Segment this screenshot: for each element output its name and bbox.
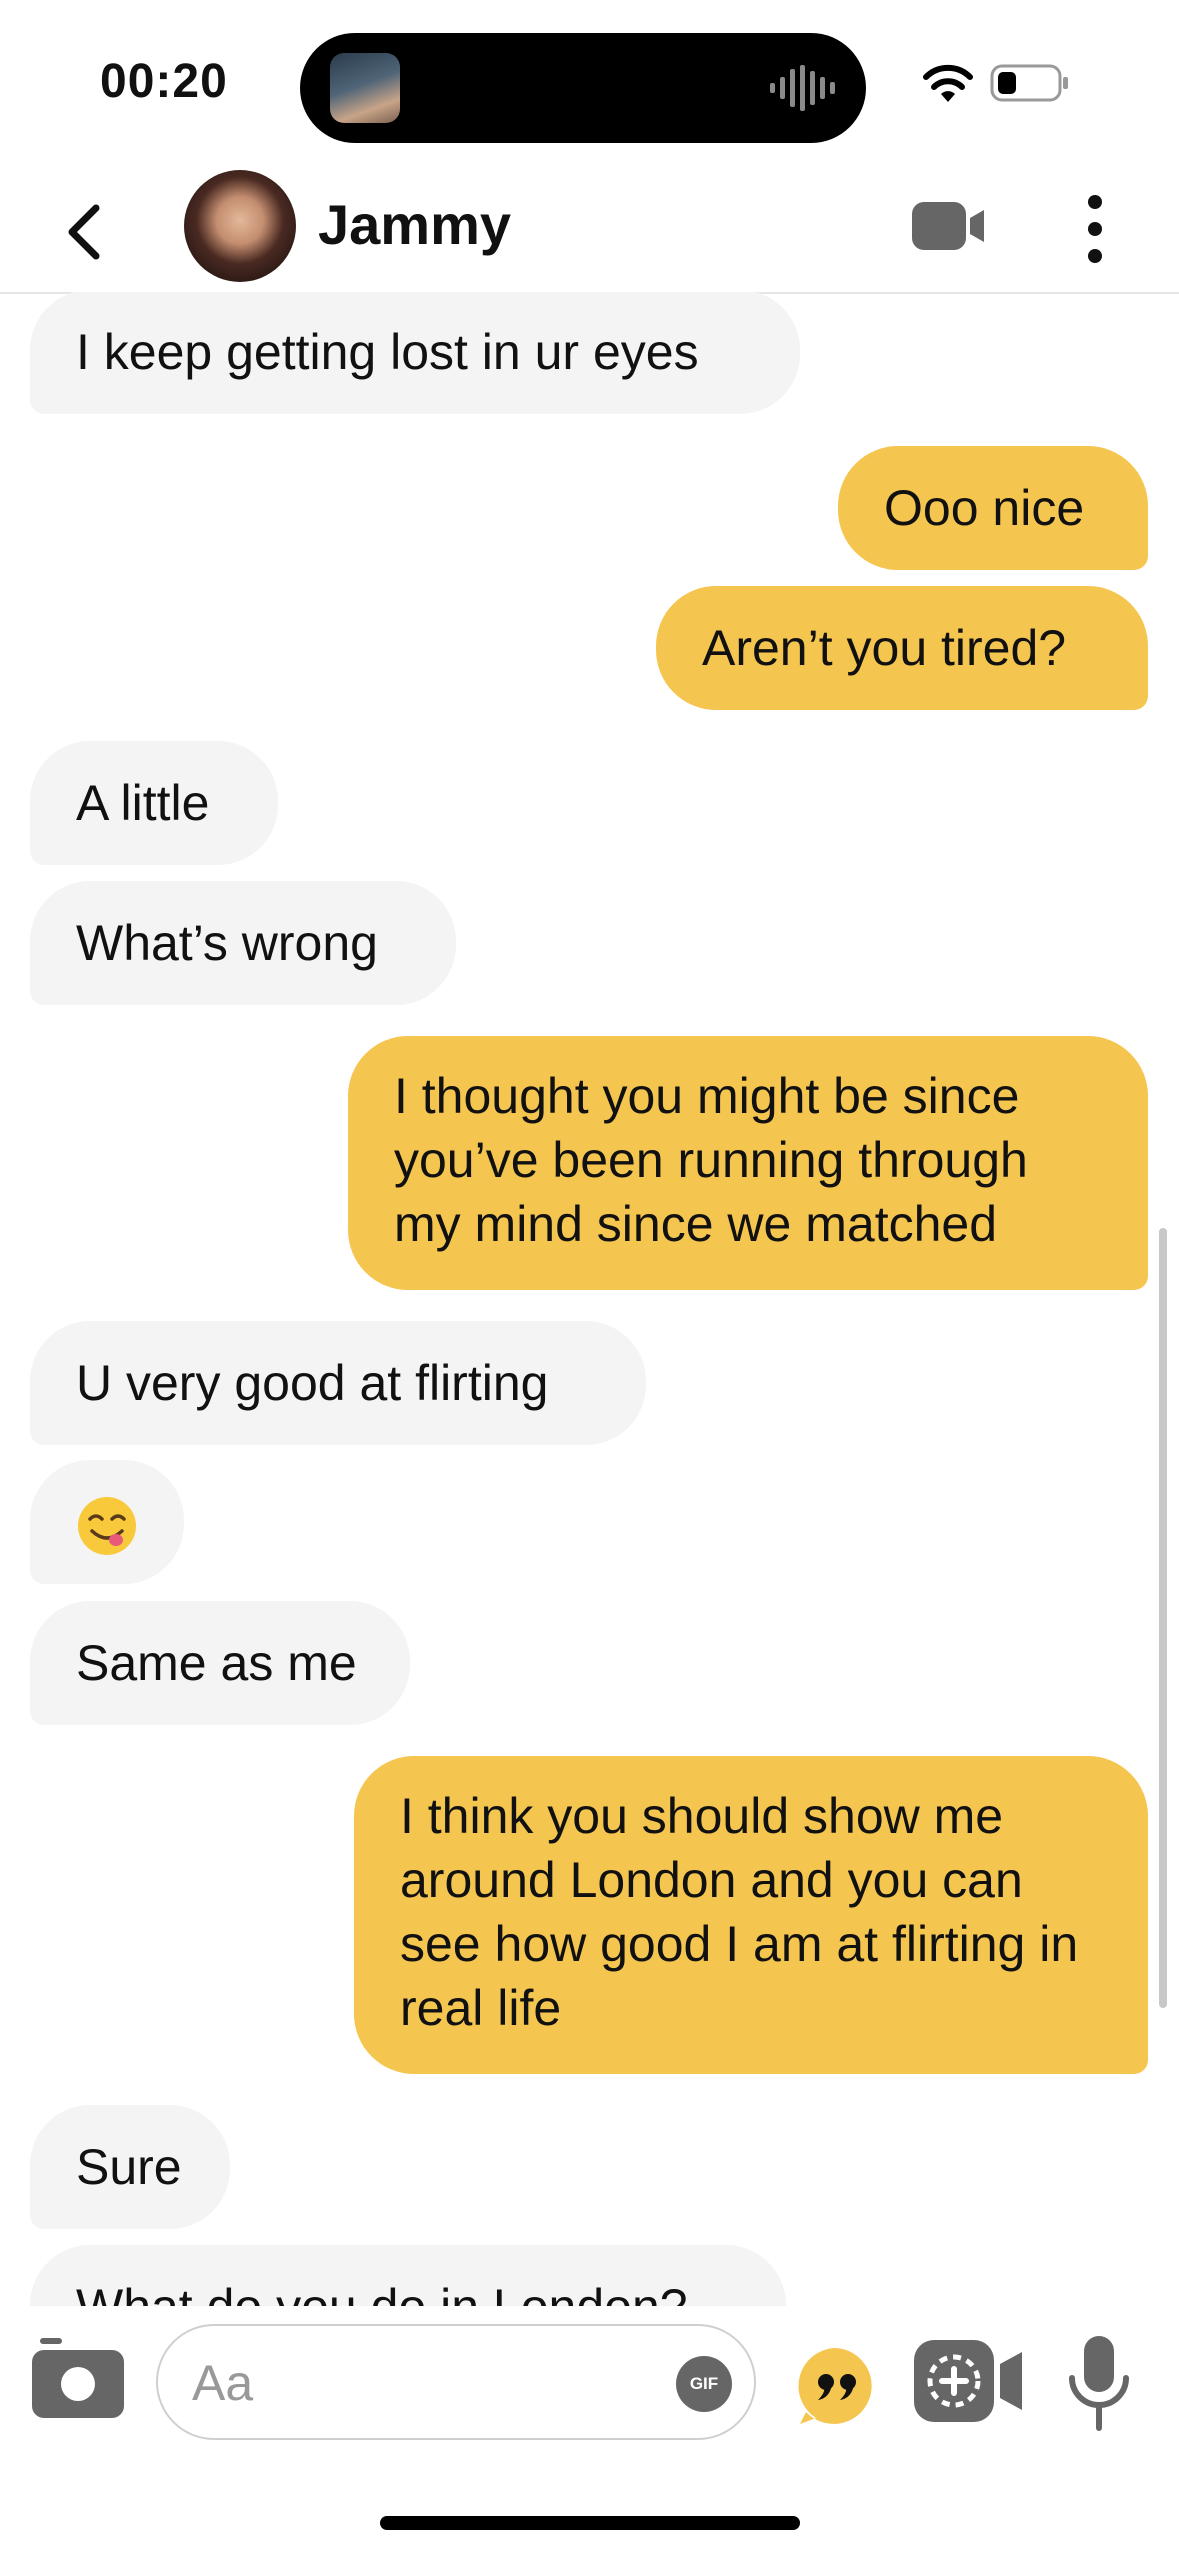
microphone-icon[interactable] xyxy=(1066,2334,1132,2434)
quote-icon[interactable] xyxy=(796,2346,876,2426)
scrollbar[interactable] xyxy=(1159,1228,1167,2008)
message-text: Aren’t you tired? xyxy=(702,620,1067,676)
message-text: I think you should show me around London… xyxy=(400,1788,1079,2036)
back-chevron-icon[interactable] xyxy=(58,200,114,264)
message-input-placeholder: Aa xyxy=(192,2355,254,2411)
message-text: A little xyxy=(76,775,210,831)
message-incoming[interactable]: What’s wrong xyxy=(30,881,456,1005)
now-playing-thumbnail xyxy=(330,53,400,123)
battery-icon xyxy=(990,64,1068,102)
wifi-icon xyxy=(923,64,973,102)
message-incoming[interactable]: U very good at flirting xyxy=(30,1321,646,1445)
more-vertical-icon[interactable] xyxy=(1080,194,1110,264)
chat-header: Jammy xyxy=(0,170,1179,294)
message-input[interactable]: Aa GIF xyxy=(156,2324,756,2440)
message-composer: Aa GIF xyxy=(0,2306,1179,2466)
dynamic-island xyxy=(300,33,866,143)
audio-wave-icon xyxy=(770,65,835,111)
message-text: I keep getting lost in ur eyes xyxy=(76,324,699,380)
message-incoming[interactable]: I keep getting lost in ur eyes xyxy=(30,292,800,414)
message-text: Same as me xyxy=(76,1635,357,1691)
video-camera-icon[interactable] xyxy=(910,198,988,254)
message-text: I thought you might be since you’ve been… xyxy=(394,1068,1028,1252)
message-outgoing[interactable]: Aren’t you tired? xyxy=(656,586,1148,710)
home-indicator[interactable] xyxy=(380,2516,800,2530)
message-text: Sure xyxy=(76,2139,182,2195)
message-outgoing[interactable]: Ooo nice xyxy=(838,446,1148,570)
contact-name[interactable]: Jammy xyxy=(318,192,511,257)
message-incoming-emoji[interactable] xyxy=(30,1460,184,1584)
message-incoming[interactable]: Sure xyxy=(30,2105,230,2229)
yum-face-emoji-icon xyxy=(78,1496,136,1555)
camera-icon[interactable] xyxy=(30,2336,126,2420)
message-text: What’s wrong xyxy=(76,915,378,971)
gif-icon[interactable]: GIF xyxy=(676,2356,732,2412)
status-time: 00:20 xyxy=(100,55,228,108)
status-bar: 00:20 xyxy=(0,0,1179,170)
message-text: What do you do in London? xyxy=(76,2279,688,2306)
message-outgoing[interactable]: I thought you might be since you’ve been… xyxy=(348,1036,1148,1290)
message-text: Ooo nice xyxy=(884,480,1085,536)
message-list[interactable]: I keep getting lost in ur eyes Ooo nice … xyxy=(0,292,1179,2306)
message-text: U very good at flirting xyxy=(76,1355,549,1411)
message-incoming[interactable]: Same as me xyxy=(30,1601,410,1725)
message-incoming[interactable]: What do you do in London? xyxy=(30,2245,786,2306)
message-outgoing[interactable]: I think you should show me around London… xyxy=(354,1756,1148,2074)
message-incoming[interactable]: A little xyxy=(30,741,278,865)
contact-avatar[interactable] xyxy=(184,170,296,282)
add-video-icon[interactable] xyxy=(912,2338,1024,2424)
